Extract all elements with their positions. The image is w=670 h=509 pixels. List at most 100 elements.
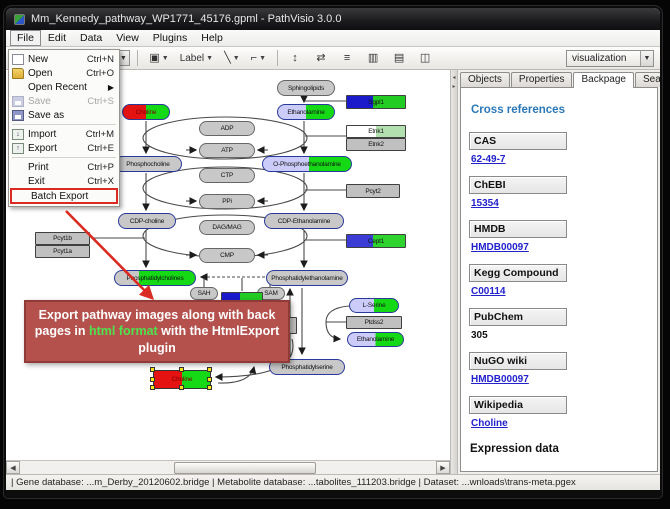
menubar-item-plugins[interactable]: Plugins — [146, 30, 194, 46]
menubar-item-data[interactable]: Data — [73, 30, 109, 46]
align-distribute-icon[interactable]: ⇄ — [311, 49, 331, 67]
pathway-node[interactable]: Sphingolipids — [277, 80, 335, 96]
pathway-node[interactable]: Ethanolamine — [347, 332, 404, 347]
label-tool-dropdown[interactable]: Label▼ — [176, 49, 217, 67]
xref-header: ChEBI — [469, 176, 567, 194]
common-height-icon[interactable]: ◫ — [415, 49, 435, 67]
selection-handle[interactable] — [150, 385, 155, 390]
pathway-node[interactable]: CDP-choline — [118, 213, 176, 229]
line-tool-dropdown[interactable]: ╲▼ — [220, 49, 244, 67]
pathway-node[interactable]: SAH — [190, 287, 218, 300]
menu-item-export[interactable]: ↑ExportCtrl+E — [9, 141, 119, 155]
pathway-node[interactable]: Etnk2 — [346, 138, 406, 151]
xref-header: Kegg Compound — [469, 264, 567, 282]
scrollbar-thumb[interactable] — [174, 462, 316, 474]
expression-data-heading: Expression data — [470, 443, 649, 455]
stack-rows-icon[interactable]: ≡ — [337, 49, 357, 67]
menu-item-save-as[interactable]: Save as — [9, 108, 119, 122]
xref-link[interactable]: 62-49-7 — [471, 154, 649, 165]
selection-handle[interactable] — [150, 367, 155, 372]
xref-section: ChEBI 15354 — [469, 176, 649, 209]
xref-header: NuGO wiki — [469, 352, 567, 370]
title-bar[interactable]: Mm_Kennedy_pathway_WP1771_45176.gpml - P… — [6, 8, 660, 30]
menu-item-batch-export[interactable]: Batch Export — [10, 188, 118, 204]
horizontal-scrollbar[interactable]: ◀ ▶ — [6, 460, 450, 474]
xref-link[interactable]: Choline — [471, 418, 649, 429]
selection-handle[interactable] — [179, 367, 184, 372]
stack-columns-icon[interactable]: ▥ — [363, 49, 383, 67]
pathway-node[interactable]: O-Phosphoethanolamine — [262, 156, 352, 172]
menubar-item-help[interactable]: Help — [194, 30, 230, 46]
menu-item-print[interactable]: PrintCtrl+P — [9, 160, 119, 174]
xref-section: Kegg Compound C00114 — [469, 264, 649, 297]
pathway-node[interactable]: Ethanolamine — [277, 104, 335, 120]
selection-handle[interactable] — [207, 385, 212, 390]
pathway-node[interactable]: Phosphocholine — [114, 156, 182, 172]
pathway-node[interactable]: Phosphatidylethanolamine — [266, 270, 348, 286]
backpage-content: Cross references CAS62-49-7 ChEBI 15354 HMD… — [460, 87, 658, 472]
scroll-right-icon[interactable]: ▶ — [436, 461, 450, 474]
align-center-icon[interactable]: ↕ — [285, 49, 305, 67]
selection-handle[interactable] — [179, 385, 184, 390]
cross-references-heading: Cross references — [471, 104, 649, 116]
export-icon: ↑ — [12, 143, 24, 154]
common-width-icon[interactable]: ▤ — [389, 49, 409, 67]
annotation-highlight: html format — [89, 324, 158, 338]
pathway-node[interactable]: Pcyt1a — [35, 245, 90, 258]
menu-bar: FileEditDataViewPluginsHelp — [6, 30, 660, 47]
pathway-node[interactable]: CTP — [199, 168, 255, 183]
pathway-node[interactable]: Etnk1 — [346, 125, 406, 138]
visualization-combobox[interactable]: visualization ▼ — [566, 50, 654, 67]
datanode-tool-dropdown[interactable]: ▣▼ — [145, 49, 172, 67]
xref-link[interactable]: HMDB00097 — [471, 242, 649, 253]
pathway-node[interactable]: ADP — [199, 121, 255, 136]
selection-handle[interactable] — [207, 377, 212, 382]
pathway-node[interactable]: Pcyt1b — [35, 232, 90, 245]
menu-item-import[interactable]: ↓ImportCtrl+M — [9, 127, 119, 141]
menu-item-open[interactable]: OpenCtrl+O — [9, 66, 119, 80]
pathway-node[interactable]: L-Serine — [349, 298, 399, 313]
tab-properties[interactable]: Properties — [511, 72, 573, 87]
scroll-left-icon[interactable]: ◀ — [6, 461, 20, 474]
tab-search[interactable]: Search — [635, 72, 660, 87]
menubar-item-view[interactable]: View — [109, 30, 146, 46]
menu-item-save[interactable]: SaveCtrl+S — [9, 94, 119, 108]
panel-splitter[interactable]: ◂ ▸ — [450, 70, 458, 474]
chevron-down-icon[interactable]: ▼ — [640, 51, 653, 66]
pathway-node[interactable]: ATP — [199, 143, 255, 158]
selection-handle[interactable] — [207, 367, 212, 372]
pathway-node[interactable]: Pcyt2 — [346, 184, 400, 198]
xref-link[interactable]: HMDB00097 — [471, 374, 649, 385]
pathway-node[interactable]: Sgpl1 — [346, 95, 406, 109]
pathway-node[interactable]: DAG/MAG — [199, 220, 255, 235]
xref-link[interactable]: 15354 — [471, 198, 649, 209]
menu-item-exit[interactable]: ExitCtrl+X — [9, 174, 119, 188]
menu-item-new[interactable]: NewCtrl+N — [9, 52, 119, 66]
pathway-node[interactable]: Ptdss2 — [346, 316, 402, 329]
pathway-node[interactable]: Phosphatidylcholines — [114, 270, 196, 286]
selection-handle[interactable] — [150, 377, 155, 382]
menubar-item-edit[interactable]: Edit — [41, 30, 73, 46]
status-bar: | Gene database: ...m_Derby_20120602.bri… — [6, 474, 660, 490]
collapse-left-icon[interactable]: ◂ — [452, 74, 455, 81]
xref-link[interactable]: C00114 — [471, 286, 649, 297]
pathway-node[interactable]: Cept1 — [346, 234, 406, 248]
menubar-item-file[interactable]: File — [10, 30, 41, 46]
tab-backpage[interactable]: Backpage — [573, 72, 633, 88]
pathway-node[interactable]: PPi — [199, 194, 255, 209]
xref-section: NuGO wiki HMDB00097 — [469, 352, 649, 385]
tab-objects[interactable]: Objects — [460, 72, 510, 87]
menu-item-open-recent[interactable]: Open Recent▶ — [9, 80, 119, 94]
xref-header: HMDB — [469, 220, 567, 238]
xref-section: HMDB HMDB00097 — [469, 220, 649, 253]
menu-separator — [12, 157, 116, 158]
pathvisio-window: Mm_Kennedy_pathway_WP1771_45176.gpml - P… — [4, 6, 662, 498]
pathway-node[interactable]: CMP — [199, 248, 255, 263]
connector-tool-dropdown[interactable]: ⌐▼ — [247, 49, 270, 67]
pathway-node[interactable]: CDP-Ethanolamine — [264, 213, 344, 229]
xref-section: PubChem305 — [469, 308, 649, 341]
xref-section: CAS62-49-7 — [469, 132, 649, 165]
save-as-icon — [12, 110, 24, 121]
pathway-node[interactable]: Choline — [122, 104, 170, 120]
collapse-right-icon[interactable]: ▸ — [452, 83, 455, 90]
